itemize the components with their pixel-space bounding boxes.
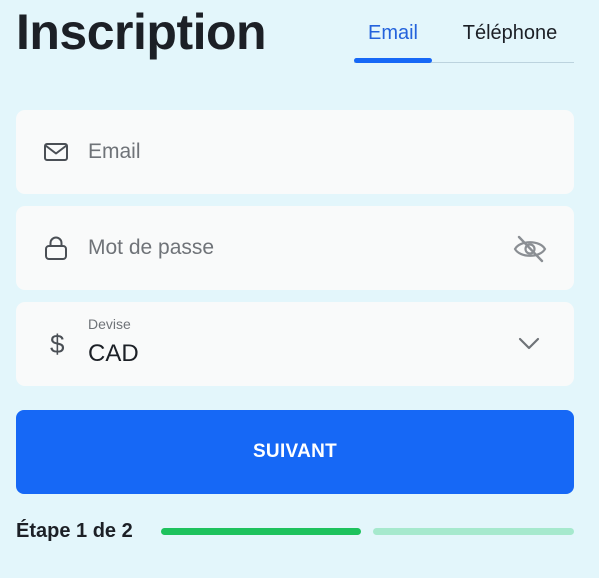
mail-icon: [44, 143, 68, 161]
progress-segment-completed: [161, 528, 361, 535]
next-button[interactable]: SUIVANT: [16, 410, 574, 494]
tab-email[interactable]: Email: [354, 14, 432, 63]
auth-method-tabs: Email Téléphone: [354, 14, 574, 63]
active-tab-indicator: [354, 58, 432, 63]
step-indicator-label: Étape 1 de 2: [16, 520, 133, 542]
tab-telephone-label: Téléphone: [462, 22, 558, 44]
email-input[interactable]: [88, 136, 488, 168]
progress-segment-remaining: [373, 528, 574, 535]
tab-telephone[interactable]: Téléphone: [446, 14, 574, 63]
password-input[interactable]: [88, 232, 488, 264]
step-progress-bar: [161, 528, 574, 535]
tab-email-label: Email: [367, 22, 418, 44]
eye-off-icon[interactable]: [512, 234, 548, 264]
chevron-down-icon[interactable]: [516, 332, 542, 354]
currency-value: CAD: [88, 340, 139, 367]
page-title: Inscription: [16, 4, 267, 60]
password-field[interactable]: [16, 206, 574, 290]
email-field[interactable]: [16, 110, 574, 194]
lock-icon: [45, 236, 67, 260]
currency-label: Devise: [88, 316, 131, 332]
currency-select[interactable]: $ Devise CAD: [16, 302, 574, 386]
dollar-icon: $: [50, 329, 65, 359]
